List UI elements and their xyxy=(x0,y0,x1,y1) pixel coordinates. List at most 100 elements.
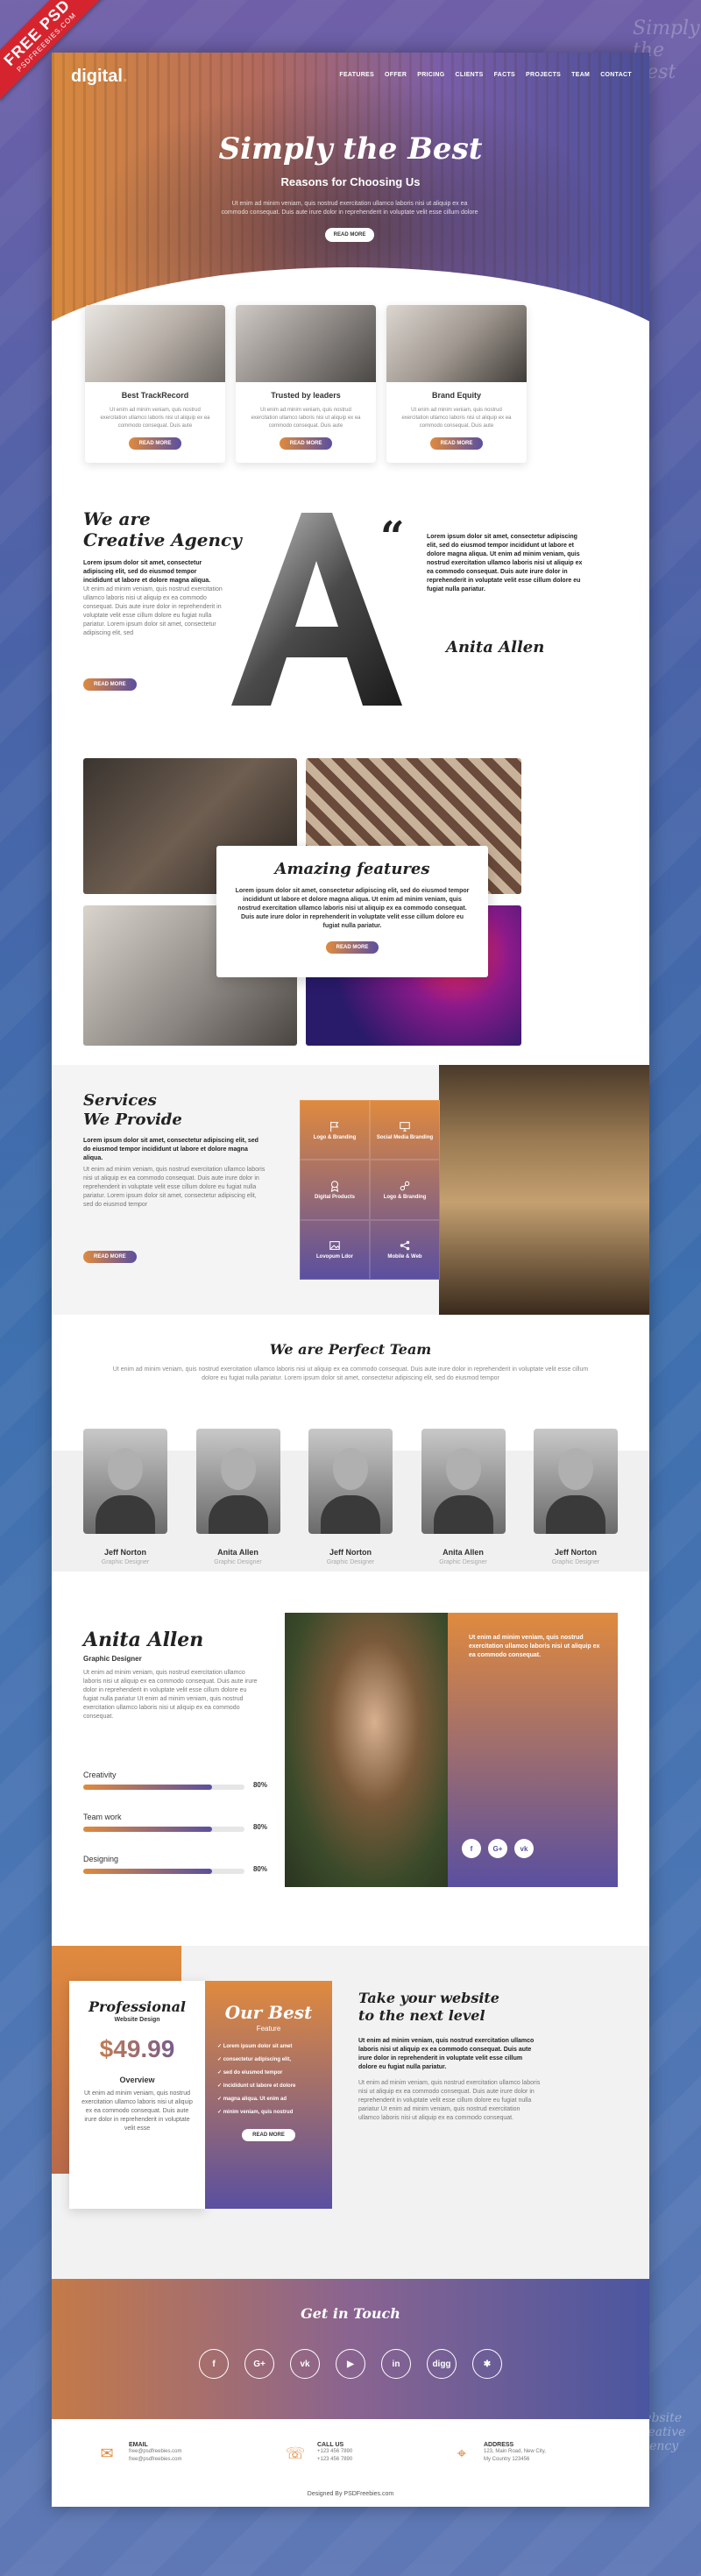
agency-signature: Anita Allen xyxy=(446,638,545,656)
team-member-card[interactable]: Anita Allen Graphic Designer xyxy=(195,1429,280,1565)
google-plus-icon[interactable]: G+ xyxy=(488,1839,507,1858)
footer: ✉ EMAIL free@psdfreebies.com free@psdfre… xyxy=(52,2419,649,2507)
email-link[interactable]: free@psdfreebies.com xyxy=(129,2456,181,2464)
link-icon xyxy=(400,1181,410,1191)
hero-section: digital. FEATURES OFFER PRICING CLIENTS … xyxy=(52,53,649,346)
social-icons: f G+ vk ▶ in digg ✱ xyxy=(52,2349,649,2379)
service-item[interactable]: Digital Products xyxy=(300,1160,370,1220)
card-image xyxy=(386,305,527,382)
nav-item-clients[interactable]: CLIENTS xyxy=(456,72,484,78)
nav-item-projects[interactable]: PROJECTS xyxy=(526,72,561,78)
card-read-more-button[interactable]: READ MORE xyxy=(128,437,182,450)
next-level-body: Ut enim ad minim veniam, quis nostrud ex… xyxy=(358,2080,541,2121)
best-title: Our Best xyxy=(224,2002,313,2023)
list-item: consectetur adipiscing elit, xyxy=(217,2056,332,2062)
skills-list: Creativity 80% Team work 80% Designing 8… xyxy=(83,1771,267,1897)
card-title: Best TrackRecord xyxy=(121,391,189,400)
skill-percent: 80% xyxy=(252,1823,267,1831)
monitor-icon xyxy=(400,1121,410,1132)
reason-card: Brand Equity Ut enim ad minim veniam, qu… xyxy=(386,305,527,463)
hero-read-more-button[interactable]: READ MORE xyxy=(325,228,374,242)
card-read-more-button[interactable]: READ MORE xyxy=(429,437,484,450)
hero-text: Ut enim ad minim veniam, quis nostrud ex… xyxy=(221,201,478,216)
service-item[interactable]: Logo & Branding xyxy=(300,1100,370,1160)
image-icon xyxy=(329,1241,340,1251)
service-item[interactable]: Social Media Branding xyxy=(370,1100,440,1160)
creative-agency-section: We are Creative Agency Lorem ipsum dolor… xyxy=(52,508,649,771)
nav-item-pricing[interactable]: PRICING xyxy=(417,72,444,78)
services-photo xyxy=(439,1065,649,1315)
features-read-more-button[interactable]: READ MORE xyxy=(325,941,379,954)
ribbon-icon xyxy=(330,1181,339,1192)
skill-label: Team work xyxy=(83,1813,122,1821)
skill-bar: Designing 80% xyxy=(83,1855,267,1897)
member-photo xyxy=(308,1429,393,1534)
profile-text: Ut enim ad minim veniam, quis nostrud ex… xyxy=(83,1670,258,1720)
digg-icon[interactable]: digg xyxy=(427,2349,457,2379)
copyright: Designed By PSDFreebies.com xyxy=(307,2491,394,2497)
service-item[interactable]: Mobile & Web xyxy=(370,1219,440,1280)
team-member-card[interactable]: Jeff Norton Graphic Designer xyxy=(83,1429,167,1565)
agency-title: We are Creative Agency xyxy=(83,508,242,550)
list-item: sed do eiusmod tempor xyxy=(217,2069,332,2076)
services-lead: Lorem ipsum dolor sit amet, consectetur … xyxy=(83,1138,258,1161)
facebook-icon[interactable]: f xyxy=(462,1839,481,1858)
team-members: Jeff Norton Graphic Designer Anita Allen… xyxy=(83,1429,618,1565)
card-text: Ut enim ad minim veniam, quis nostrud ex… xyxy=(401,408,512,429)
website-mockup: digital. FEATURES OFFER PRICING CLIENTS … xyxy=(52,53,649,2507)
services-read-more-button[interactable]: READ MORE xyxy=(83,1251,137,1263)
card-text: Ut enim ad minim veniam, quis nostrud ex… xyxy=(100,408,210,429)
youtube-icon[interactable]: ▶ xyxy=(336,2349,365,2379)
pricing-card: Professional Website Design $49.99 Overv… xyxy=(69,1981,205,2209)
team-member-card[interactable]: Anita Allen Graphic Designer xyxy=(421,1429,506,1565)
services-section: Services We Provide Lorem ipsum dolor si… xyxy=(52,1065,649,1315)
card-title: Brand Equity xyxy=(431,391,481,400)
share-icon xyxy=(400,1241,410,1251)
nav-item-team[interactable]: TEAM xyxy=(571,72,590,78)
best-read-more-button[interactable]: READ MORE xyxy=(242,2129,295,2141)
nav-item-offer[interactable]: OFFER xyxy=(385,72,407,78)
service-item[interactable]: Logo & Branding xyxy=(370,1160,440,1220)
linkedin-icon[interactable]: in xyxy=(381,2349,411,2379)
get-in-touch-section: Get in Touch f G+ vk ▶ in digg ✱ xyxy=(52,2279,649,2419)
team-member-card[interactable]: Jeff Norton Graphic Designer xyxy=(534,1429,618,1565)
nav-item-contact[interactable]: CONTACT xyxy=(600,72,632,78)
flag-icon xyxy=(330,1121,339,1132)
features-title: Amazing features xyxy=(274,860,430,878)
site-logo[interactable]: digital. xyxy=(71,67,127,87)
hero-subtitle: Reasons for Choosing Us xyxy=(280,175,421,188)
next-level-title: Take your website to the next level xyxy=(358,1990,499,2024)
best-feature-card: Our Best Feature Lorem ipsum dolor sit a… xyxy=(205,1981,332,2209)
team-member-card[interactable]: Jeff Norton Graphic Designer xyxy=(308,1429,393,1565)
vk-icon[interactable]: vk xyxy=(514,1839,534,1858)
best-subtitle: Feature xyxy=(256,2025,281,2033)
nav-item-features[interactable]: FEATURES xyxy=(339,72,374,78)
nav-item-facts[interactable]: FACTS xyxy=(494,72,515,78)
pricing-section: Professional Website Design $49.99 Overv… xyxy=(52,1946,649,2279)
vk-icon[interactable]: vk xyxy=(290,2349,320,2379)
list-item: minim veniam, quis nostrud xyxy=(217,2109,332,2115)
profile-section: Anita Allen Graphic Designer Ut enim ad … xyxy=(52,1613,649,1911)
card-read-more-button[interactable]: READ MORE xyxy=(279,437,333,450)
agency-read-more-button[interactable]: READ MORE xyxy=(83,678,137,691)
email-link[interactable]: free@psdfreebies.com xyxy=(129,2448,181,2456)
member-photo xyxy=(195,1429,280,1534)
plan-price: $49.99 xyxy=(69,2035,205,2063)
service-item[interactable]: Lovopum Ldor xyxy=(300,1219,370,1280)
member-photo xyxy=(534,1429,618,1534)
facebook-icon[interactable]: f xyxy=(199,2349,229,2379)
other-social-icon[interactable]: ✱ xyxy=(472,2349,502,2379)
card-image xyxy=(236,305,376,382)
skill-percent: 80% xyxy=(252,1781,267,1789)
phone-icon: ☏ xyxy=(285,2445,306,2462)
skill-percent: 80% xyxy=(252,1865,267,1873)
skill-bar: Team work 80% xyxy=(83,1813,267,1855)
overview-heading: Overview xyxy=(119,2076,155,2084)
google-plus-icon[interactable]: G+ xyxy=(244,2349,274,2379)
services-title: Services We Provide xyxy=(83,1091,182,1129)
agency-quote: Lorem ipsum dolor sit amet, consectetur … xyxy=(427,534,583,593)
skill-label: Designing xyxy=(83,1855,119,1863)
features-text: Lorem ipsum dolor sit amet, consectetur … xyxy=(235,888,470,929)
touch-title: Get in Touch xyxy=(301,2305,400,2322)
card-title: Trusted by leaders xyxy=(271,391,341,400)
